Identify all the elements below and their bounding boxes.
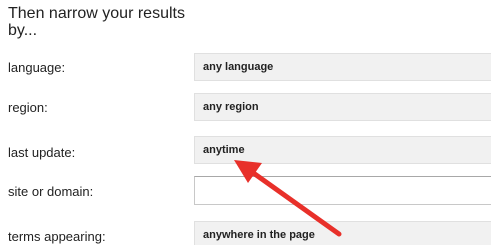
site-or-domain-label: site or domain: — [8, 184, 94, 199]
terms-appearing-select[interactable]: anywhere in the page — [194, 221, 491, 245]
site-or-domain-input[interactable] — [194, 176, 491, 205]
section-heading: Then narrow your results by... — [8, 5, 185, 39]
terms-appearing-label: terms appearing: — [8, 229, 106, 244]
last-update-select[interactable]: anytime — [194, 136, 491, 164]
language-select[interactable]: any language — [194, 53, 491, 81]
last-update-label: last update: — [8, 145, 76, 160]
region-label: region: — [8, 100, 48, 115]
region-select[interactable]: any region — [194, 93, 491, 121]
language-label: language: — [8, 60, 66, 75]
